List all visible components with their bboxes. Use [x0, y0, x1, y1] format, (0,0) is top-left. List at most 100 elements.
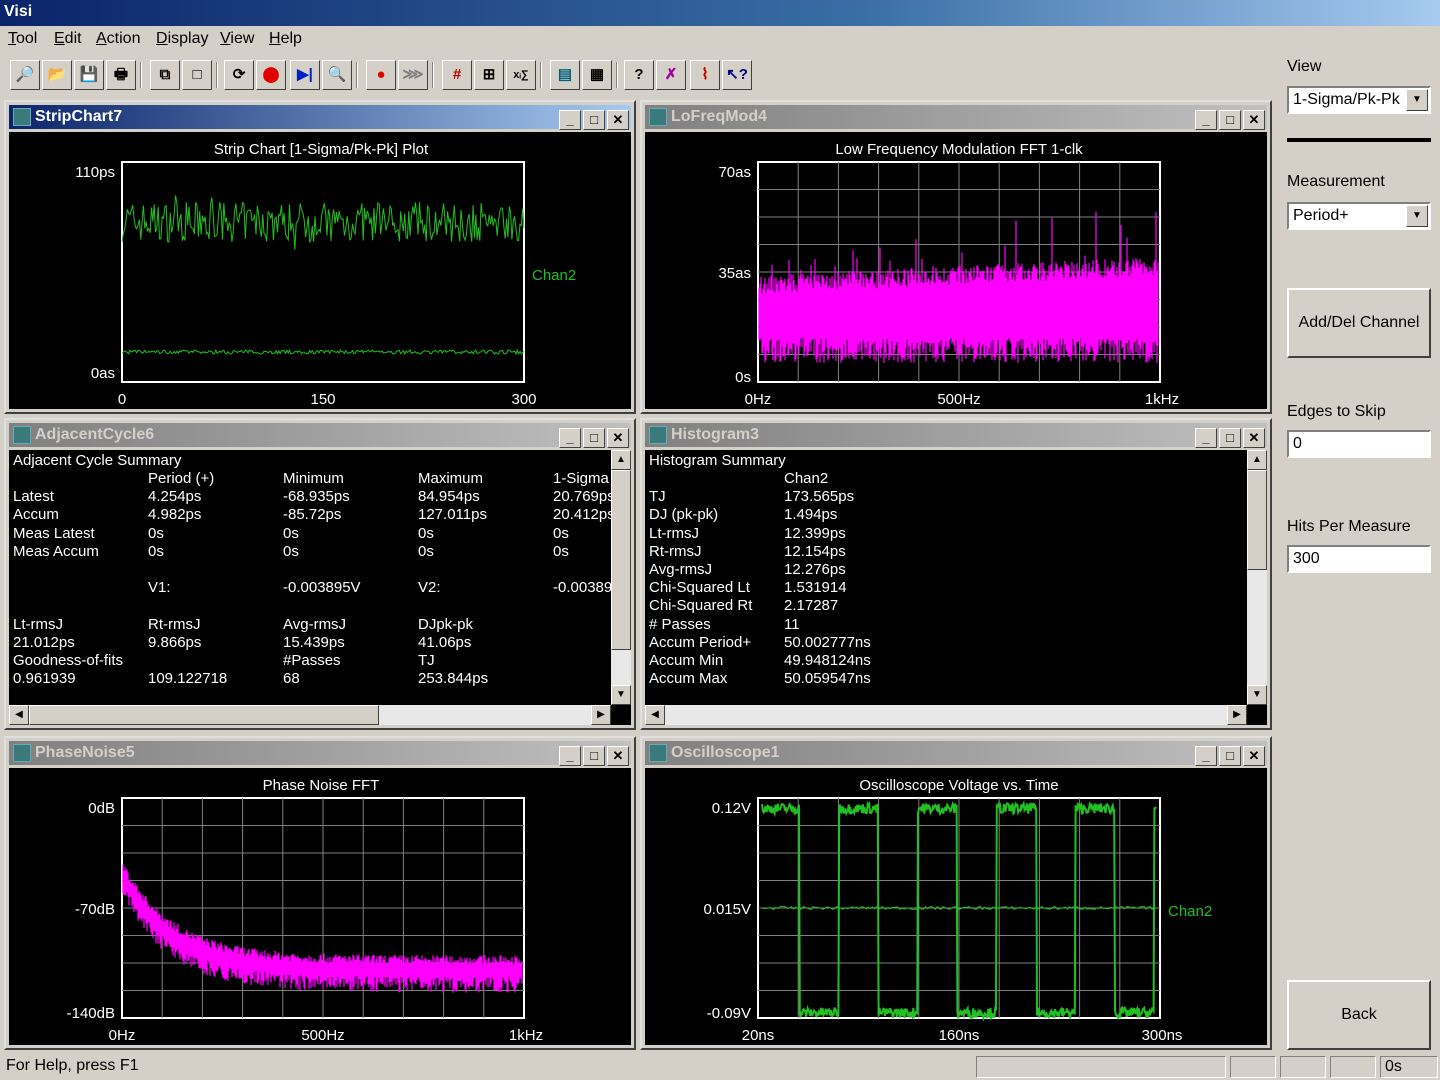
record-icon[interactable]: ● — [366, 60, 396, 90]
print-icon[interactable]: 🖶 — [106, 60, 136, 90]
scroll-up-button[interactable]: ▲ — [611, 450, 631, 470]
vertical-scrollbar[interactable]: ▲ ▼ — [611, 450, 631, 705]
measurement-select[interactable]: Period+ ▼ — [1287, 202, 1431, 230]
copy-icon[interactable]: ⧉ — [150, 60, 180, 90]
step-icon[interactable]: ▶| — [290, 60, 320, 90]
summary-cell: 50.059547ns — [784, 670, 871, 688]
tool-b-icon[interactable]: ⌇ — [690, 60, 720, 90]
menu-view[interactable]: View — [220, 30, 254, 48]
blank-icon[interactable]: □ — [182, 60, 212, 90]
maximize-button[interactable]: □ — [1219, 746, 1241, 766]
minimize-button[interactable]: _ — [559, 746, 581, 766]
crosshair-icon[interactable]: ⊞ — [474, 60, 504, 90]
hits-per-measure-input[interactable]: 300 — [1287, 545, 1431, 573]
y-tick-label: -0.09V — [707, 1005, 751, 1022]
edges-to-skip-label: Edges to Skip — [1287, 403, 1386, 420]
add-del-channel-button[interactable]: Add/Del Channel — [1287, 288, 1431, 358]
summary-cell: 2.17287 — [784, 597, 839, 615]
back-button[interactable]: Back — [1287, 980, 1431, 1050]
scroll-right-button[interactable]: ▶ — [1227, 705, 1247, 725]
chevron-down-icon[interactable]: ▼ — [1406, 205, 1428, 227]
scroll-down-button[interactable]: ▼ — [611, 685, 631, 705]
histogram-window[interactable]: Histogram3 _ □ ✕ Histogram Summary Chan2 TJ… — [640, 418, 1272, 730]
stripchart-titlebar[interactable]: StripChart7 _ □ ✕ — [9, 105, 631, 130]
lofreq-titlebar[interactable]: LoFreqMod4 _ □ ✕ — [645, 105, 1267, 130]
window-title: PhaseNoise5 — [35, 744, 135, 761]
menu-edit[interactable]: Edit — [54, 30, 82, 48]
y-tick-label: -70dB — [75, 901, 115, 918]
scroll-up-button[interactable]: ▲ — [1247, 450, 1267, 470]
folder-icon[interactable]: 📂 — [42, 60, 72, 90]
status-pane — [1330, 1056, 1376, 1078]
measurement-label: Measurement — [1287, 173, 1385, 190]
close-button[interactable]: ✕ — [607, 746, 629, 766]
x-tick-label: 500Hz — [937, 391, 980, 407]
report-icon[interactable]: ▦ — [582, 60, 612, 90]
minimize-button[interactable]: _ — [1195, 746, 1217, 766]
x-tick-label: 160ns — [939, 1027, 980, 1043]
monitor-icon[interactable]: ▤ — [550, 60, 580, 90]
zoom-icon[interactable]: 🔍 — [322, 60, 352, 90]
stripchart-window[interactable]: StripChart7 _ □ ✕ Strip Chart [1-Sigma/Pk-… — [4, 100, 636, 414]
view-select[interactable]: 1-Sigma/Pk-Pk ▼ — [1287, 86, 1431, 114]
histogram-titlebar[interactable]: Histogram3 _ □ ✕ — [645, 423, 1267, 448]
stop-icon[interactable]: ⬤ — [256, 60, 286, 90]
scroll-right-button[interactable]: ▶ — [591, 705, 611, 725]
menu-tool[interactable]: Tool — [8, 30, 37, 48]
maximize-button[interactable]: □ — [583, 746, 605, 766]
edges-to-skip-input[interactable]: 0 — [1287, 430, 1431, 458]
refresh-icon[interactable]: ⟳ — [224, 60, 254, 90]
horizontal-scrollbar[interactable]: ◀ ▶ — [645, 705, 1247, 725]
close-button[interactable]: ✕ — [1243, 110, 1265, 130]
summary-cell: 1.531914 — [784, 579, 847, 597]
scroll-left-button[interactable]: ◀ — [9, 705, 29, 725]
scroll-left-button[interactable]: ◀ — [645, 705, 665, 725]
oscilloscope-window[interactable]: Oscilloscope1 _ □ ✕ Oscilloscope Voltage v… — [640, 736, 1272, 1050]
fast-forward-icon[interactable]: ⋙ — [398, 60, 428, 90]
status-pane — [1280, 1056, 1326, 1078]
tool-a-icon[interactable]: ✗ — [656, 60, 686, 90]
horizontal-scrollbar[interactable]: ◀ ▶ — [9, 705, 611, 725]
x-tick-label: 0Hz — [745, 391, 772, 407]
maximize-button[interactable]: □ — [1219, 110, 1241, 130]
minimize-button[interactable]: _ — [1195, 428, 1217, 448]
minimize-button[interactable]: _ — [559, 428, 581, 448]
save-icon[interactable]: 💾 — [74, 60, 104, 90]
phasenoise-window[interactable]: PhaseNoise5 _ □ ✕ Phase Noise FFT 0dB -70d… — [4, 736, 636, 1050]
close-button[interactable]: ✕ — [1243, 428, 1265, 448]
lofreq-plot: Low Frequency Modulation FFT 1-clk 70as … — [718, 141, 1179, 408]
minimize-button[interactable]: _ — [559, 110, 581, 130]
scroll-thumb[interactable] — [1247, 470, 1267, 570]
maximize-button[interactable]: □ — [583, 428, 605, 448]
grid-icon[interactable]: # — [442, 60, 472, 90]
lofreq-window[interactable]: LoFreqMod4 _ □ ✕ Low Frequency Modulation … — [640, 100, 1272, 414]
phasenoise-titlebar[interactable]: PhaseNoise5 _ □ ✕ — [9, 741, 631, 766]
stats-icon[interactable]: xᵢ∑ — [506, 60, 536, 90]
menu-action[interactable]: Action — [96, 30, 140, 48]
menu-display[interactable]: Display — [156, 30, 208, 48]
close-button[interactable]: ✕ — [607, 110, 629, 130]
scroll-thumb[interactable] — [611, 470, 631, 650]
menu-help[interactable]: Help — [269, 30, 302, 48]
adjacent-window[interactable]: AdjacentCycle6 _ □ ✕ Adjacent Cycle Summar… — [4, 418, 636, 730]
close-button[interactable]: ✕ — [607, 428, 629, 448]
adjacent-titlebar[interactable]: AdjacentCycle6 _ □ ✕ — [9, 423, 631, 448]
stripchart-plot: Strip Chart [1-Sigma/Pk-Pk] Plot 110ps 0… — [75, 141, 576, 408]
close-button[interactable]: ✕ — [1243, 746, 1265, 766]
help-icon[interactable]: ? — [624, 60, 654, 90]
scroll-down-button[interactable]: ▼ — [1247, 685, 1267, 705]
vertical-scrollbar[interactable]: ▲ ▼ — [1247, 450, 1267, 705]
maximize-button[interactable]: □ — [583, 110, 605, 130]
context-help-icon[interactable]: ↖? — [722, 60, 752, 90]
minimize-button[interactable]: _ — [1195, 110, 1217, 130]
summary-cell: 68 — [283, 670, 300, 688]
window-icon — [649, 108, 667, 126]
x-tick-label: 500Hz — [301, 1027, 344, 1043]
scroll-thumb[interactable] — [29, 705, 379, 725]
oscilloscope-titlebar[interactable]: Oscilloscope1 _ □ ✕ — [645, 741, 1267, 766]
open-file-icon[interactable]: 🔎 — [10, 60, 40, 90]
maximize-button[interactable]: □ — [1219, 428, 1241, 448]
summary-cell: Lt-rmsJ — [649, 524, 699, 542]
summary-cell: 0.961939 — [13, 670, 76, 688]
chevron-down-icon[interactable]: ▼ — [1406, 89, 1428, 111]
